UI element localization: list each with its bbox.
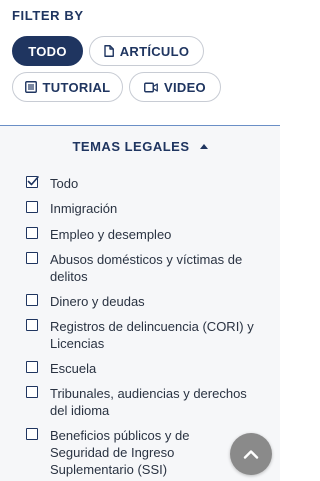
topic-option-empleo[interactable]: Empleo y desempleo [26,226,266,243]
topic-option-todo[interactable]: Todo [26,175,266,192]
topic-option-label: Dinero y deudas [50,294,145,309]
filter-video-label: VIDEO [164,79,206,95]
topic-option-label: Registros de delincuencia (CORI) y Licen… [50,319,254,351]
filter-by-title: FILTER BY [12,8,84,23]
checkmark-icon [27,176,39,186]
checkbox[interactable] [26,227,38,239]
chevron-up-icon [243,450,259,459]
topic-option-label: Todo [50,176,79,191]
filter-articulo-label: ARTÍCULO [119,43,190,59]
checkbox[interactable] [26,428,38,440]
topic-option-label: Empleo y desempleo [50,227,172,242]
topic-option-label: Escuela [50,361,97,376]
checkbox[interactable] [26,294,38,306]
topic-option-tribunales[interactable]: Tribunales, audiencias y derechos del id… [26,385,266,419]
checkbox[interactable] [26,386,38,398]
list-icon [24,81,37,93]
checkbox[interactable] [26,201,38,213]
topic-option-inmigracion[interactable]: Inmigración [26,200,266,217]
topic-option-label: Beneficios públicos y de Seguridad de In… [50,428,190,477]
filter-video-button[interactable]: VIDEO [129,72,221,102]
caret-up-icon [199,143,208,149]
topics-header-label: TEMAS LEGALES [72,138,190,154]
filter-tutorial-label: TUTORIAL [42,79,111,95]
checkbox[interactable] [26,361,38,373]
filter-tutorial-button[interactable]: TUTORIAL [12,72,123,102]
filter-articulo-button[interactable]: ARTÍCULO [89,36,204,66]
topic-option-label: Abusos domésticos y víctimas de delitos [50,252,243,284]
checkbox[interactable] [26,252,38,264]
topic-option-escuela[interactable]: Escuela [26,360,266,377]
video-icon [144,82,158,93]
topics-accordion-toggle[interactable]: TEMAS LEGALES [0,136,280,156]
topic-option-label: Tribunales, audiencias y derechos del id… [50,386,247,418]
topic-option-abusos[interactable]: Abusos domésticos y víctimas de delitos [26,251,266,285]
topic-option-beneficios[interactable]: Beneficios públicos y de Seguridad de In… [26,427,226,478]
filter-todo-label: TODO [28,43,67,59]
topic-option-registros[interactable]: Registros de delincuencia (CORI) y Licen… [26,318,266,352]
document-icon [104,45,114,57]
checkbox[interactable] [26,319,38,331]
checkbox-checked[interactable] [26,176,39,188]
topic-option-dinero[interactable]: Dinero y deudas [26,293,266,310]
topic-option-label: Inmigración [50,201,118,216]
filter-todo-button[interactable]: TODO [12,36,83,66]
scroll-to-top-button[interactable] [230,433,272,475]
